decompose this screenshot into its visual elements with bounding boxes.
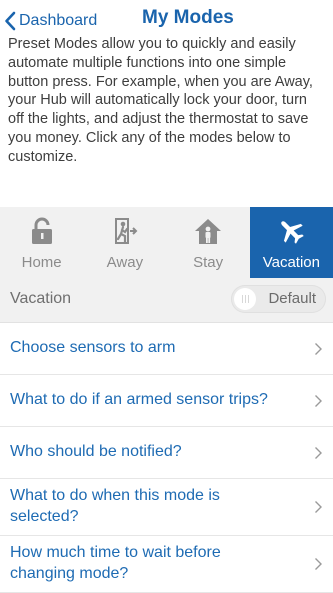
back-button-label: Dashboard xyxy=(19,12,98,29)
tab-stay[interactable]: Stay xyxy=(167,207,250,278)
page-title: My Modes xyxy=(142,7,234,28)
airplane-icon xyxy=(277,217,305,245)
exit-door-icon xyxy=(112,217,138,245)
tab-away-label: Away xyxy=(106,254,144,271)
tab-vacation-label: Vacation xyxy=(262,254,320,271)
list-item-label: How much time to wait before changing mo… xyxy=(10,544,221,582)
tab-away[interactable]: Away xyxy=(83,207,166,278)
option-sensor-trips[interactable]: What to do if an armed sensor trips? xyxy=(0,375,333,427)
default-toggle[interactable]: Default xyxy=(231,285,326,313)
option-wait-time[interactable]: How much time to wait before changing mo… xyxy=(0,536,333,593)
option-who-notified[interactable]: Who should be notified? xyxy=(0,427,333,479)
chevron-right-icon xyxy=(315,501,322,513)
selected-mode-row: Vacation Default xyxy=(0,278,333,323)
tab-stay-label: Stay xyxy=(193,254,224,271)
mode-options-list: Choose sensors to arm What to do if an a… xyxy=(0,323,333,593)
intro-description: Preset Modes allow you to quickly and ea… xyxy=(8,36,313,165)
chevron-right-icon xyxy=(315,447,322,459)
tab-home[interactable]: Home xyxy=(0,207,83,278)
tab-home-label: Home xyxy=(21,254,62,271)
option-when-selected[interactable]: What to do when this mode is selected? xyxy=(0,479,333,536)
mode-tabs: Home Away Stay Vacation xyxy=(0,207,333,278)
list-item-label: What to do if an armed sensor trips? xyxy=(10,391,268,408)
unlocked-padlock-icon xyxy=(30,217,54,245)
back-button[interactable]: Dashboard xyxy=(4,9,97,33)
chevron-left-icon xyxy=(5,11,16,31)
selected-mode-name: Vacation xyxy=(10,290,72,307)
nav-header: Dashboard My Modes xyxy=(0,0,333,40)
house-person-icon xyxy=(194,217,222,245)
list-item-label: What to do when this mode is selected? xyxy=(10,487,220,525)
chevron-right-icon xyxy=(315,343,322,355)
toggle-knob xyxy=(234,288,256,310)
chevron-right-icon xyxy=(315,558,322,570)
list-item-label: Who should be notified? xyxy=(10,443,182,460)
tab-vacation[interactable]: Vacation xyxy=(249,207,333,278)
option-choose-sensors[interactable]: Choose sensors to arm xyxy=(0,323,333,375)
toggle-label: Default xyxy=(268,290,316,307)
list-item-label: Choose sensors to arm xyxy=(10,339,176,356)
chevron-right-icon xyxy=(315,395,322,407)
